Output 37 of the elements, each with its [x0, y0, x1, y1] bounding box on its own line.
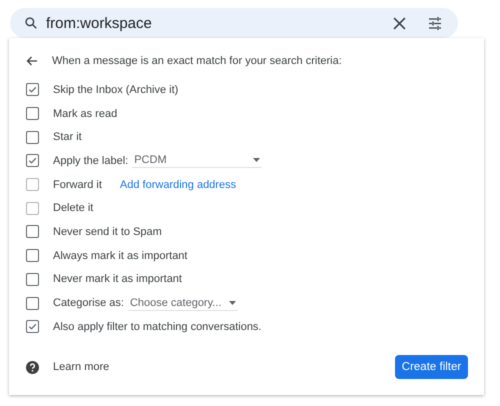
option-label: Also apply filter to matching conversations.: [53, 320, 262, 333]
caret-icon: [229, 300, 236, 305]
option-label: Apply the label:: [53, 154, 128, 167]
sliders-icon[interactable]: [428, 16, 442, 30]
option-label: Forward it: [53, 178, 102, 191]
checkbox[interactable]: [26, 107, 39, 120]
checkbox[interactable]: [26, 249, 39, 262]
help-icon: [26, 360, 39, 374]
check-icon: [28, 322, 37, 332]
checkbox[interactable]: [26, 225, 39, 238]
checkbox[interactable]: [26, 130, 39, 144]
search-field[interactable]: from:workspace: [46, 14, 374, 32]
option-label: Skip the Inbox (Archive it): [53, 84, 178, 96]
option-label: Never mark it as important: [53, 273, 182, 286]
option-label: Delete it: [53, 202, 94, 214]
filter-heading: When a message is an exact match for your search criteria:: [52, 55, 342, 67]
option-label: Always mark it as important: [53, 250, 188, 262]
option-label: Star it: [53, 131, 82, 144]
create-filter-button[interactable]: Create filter: [395, 355, 468, 379]
back-arrow-icon[interactable]: [26, 56, 38, 66]
checkbox[interactable]: [26, 83, 39, 96]
checkbox[interactable]: [26, 320, 39, 334]
option-label: Categorise as:: [53, 297, 124, 310]
dropdown[interactable]: PCDM: [132, 153, 262, 168]
learn-more-link[interactable]: Learn more: [53, 361, 110, 373]
check-icon: [28, 85, 37, 94]
caret-icon: [253, 158, 260, 162]
option-label: Never send it to Spam: [53, 226, 162, 238]
checkbox[interactable]: [26, 296, 39, 310]
search-icon: [24, 16, 38, 30]
dropdown[interactable]: Choose category...: [128, 296, 238, 311]
checkbox[interactable]: [26, 272, 39, 286]
option-label: Mark as read: [53, 108, 118, 120]
search-bar[interactable]: from:workspace: [10, 8, 458, 38]
check-icon: [28, 156, 37, 166]
checkbox[interactable]: [26, 154, 39, 168]
close-icon[interactable]: [392, 16, 406, 30]
